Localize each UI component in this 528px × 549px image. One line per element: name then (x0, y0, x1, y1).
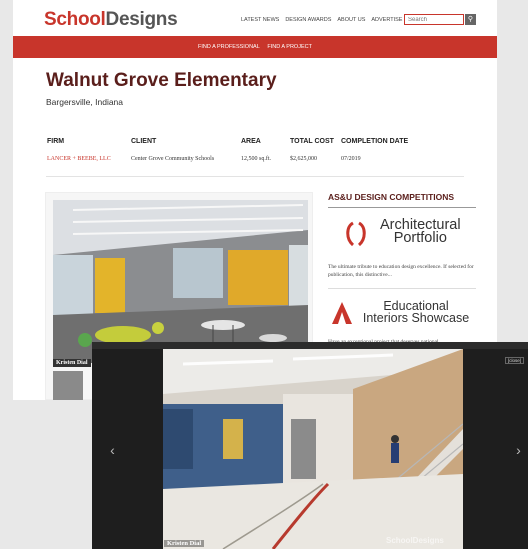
close-button[interactable]: [close] (504, 357, 524, 364)
chevron-left-icon[interactable]: ‹ (106, 442, 119, 458)
sidebar-title: AS&U DESIGN COMPETITIONS (328, 192, 455, 202)
fact-area: AREA 12,500 sq.ft. (241, 138, 271, 162)
nav-latest-news[interactable]: LATEST NEWS (241, 17, 279, 23)
triangle-icon (332, 302, 352, 324)
sidebar: AS&U DESIGN COMPETITIONS Architectural P… (328, 192, 476, 346)
photo-credit: Kristen Dial (53, 359, 91, 367)
fact-total-cost: TOTAL COST $2,625,000 (290, 138, 334, 162)
fact-firm: FIRM LANCER + BEEBE, LLC (47, 138, 111, 162)
search-input[interactable] (404, 14, 464, 25)
gallery-thumbnail[interactable] (53, 371, 83, 400)
lightbox-photo (163, 349, 463, 549)
laurel-icon (346, 221, 366, 247)
nav-advertise[interactable]: ADVERTISE (371, 17, 402, 23)
project-location: Bargersville, Indiana (46, 97, 124, 107)
architectural-portfolio-blurb: The ultimate tribute to education design… (328, 264, 474, 278)
chevron-right-icon[interactable]: › (512, 442, 525, 458)
lightbox-overlay: [close] ‹ › Kristen Dial SchoolDesigns (92, 342, 528, 549)
search-icon[interactable]: ⚲ (465, 14, 476, 25)
sub-nav-bar: FIND A PROFESSIONAL FIND A PROJECT (13, 36, 497, 58)
project-header: Walnut Grove Elementary Bargersville, In… (46, 70, 466, 107)
page-title: Walnut Grove Elementary (46, 70, 277, 91)
divider (328, 207, 476, 208)
watermark: SchoolDesigns (386, 536, 444, 545)
nav-about-us[interactable]: ABOUT US (337, 17, 365, 23)
nav-design-awards[interactable]: DESIGN AWARDS (285, 17, 331, 23)
site-logo[interactable]: SchoolDesigns (44, 9, 178, 31)
lightbox-top-bar (92, 342, 528, 349)
find-professional-link[interactable]: FIND A PROFESSIONAL (198, 44, 260, 50)
page-container: SchoolDesigns LATEST NEWS DESIGN AWARDS … (13, 0, 497, 400)
top-nav: LATEST NEWS DESIGN AWARDS ABOUT US ADVER… (241, 17, 402, 23)
find-project-link[interactable]: FIND A PROJECT (267, 44, 312, 50)
site-header: SchoolDesigns LATEST NEWS DESIGN AWARDS … (13, 0, 497, 36)
fact-completion-date: COMPLETION DATE 07/2019 (341, 138, 409, 162)
fact-client: CLIENT Center Grove Community Schools (131, 138, 215, 162)
firm-link[interactable]: LANCER + BEEBE, LLC (47, 156, 111, 162)
architectural-portfolio-logo[interactable]: Architectural Portfolio (328, 215, 476, 263)
divider (328, 288, 476, 289)
lightbox-photo-credit: Kristen Dial (164, 540, 205, 547)
divider (46, 176, 464, 177)
educational-interiors-logo[interactable]: Educational Interiors Showcase (328, 298, 476, 338)
gallery-main-photo[interactable] (53, 200, 308, 363)
